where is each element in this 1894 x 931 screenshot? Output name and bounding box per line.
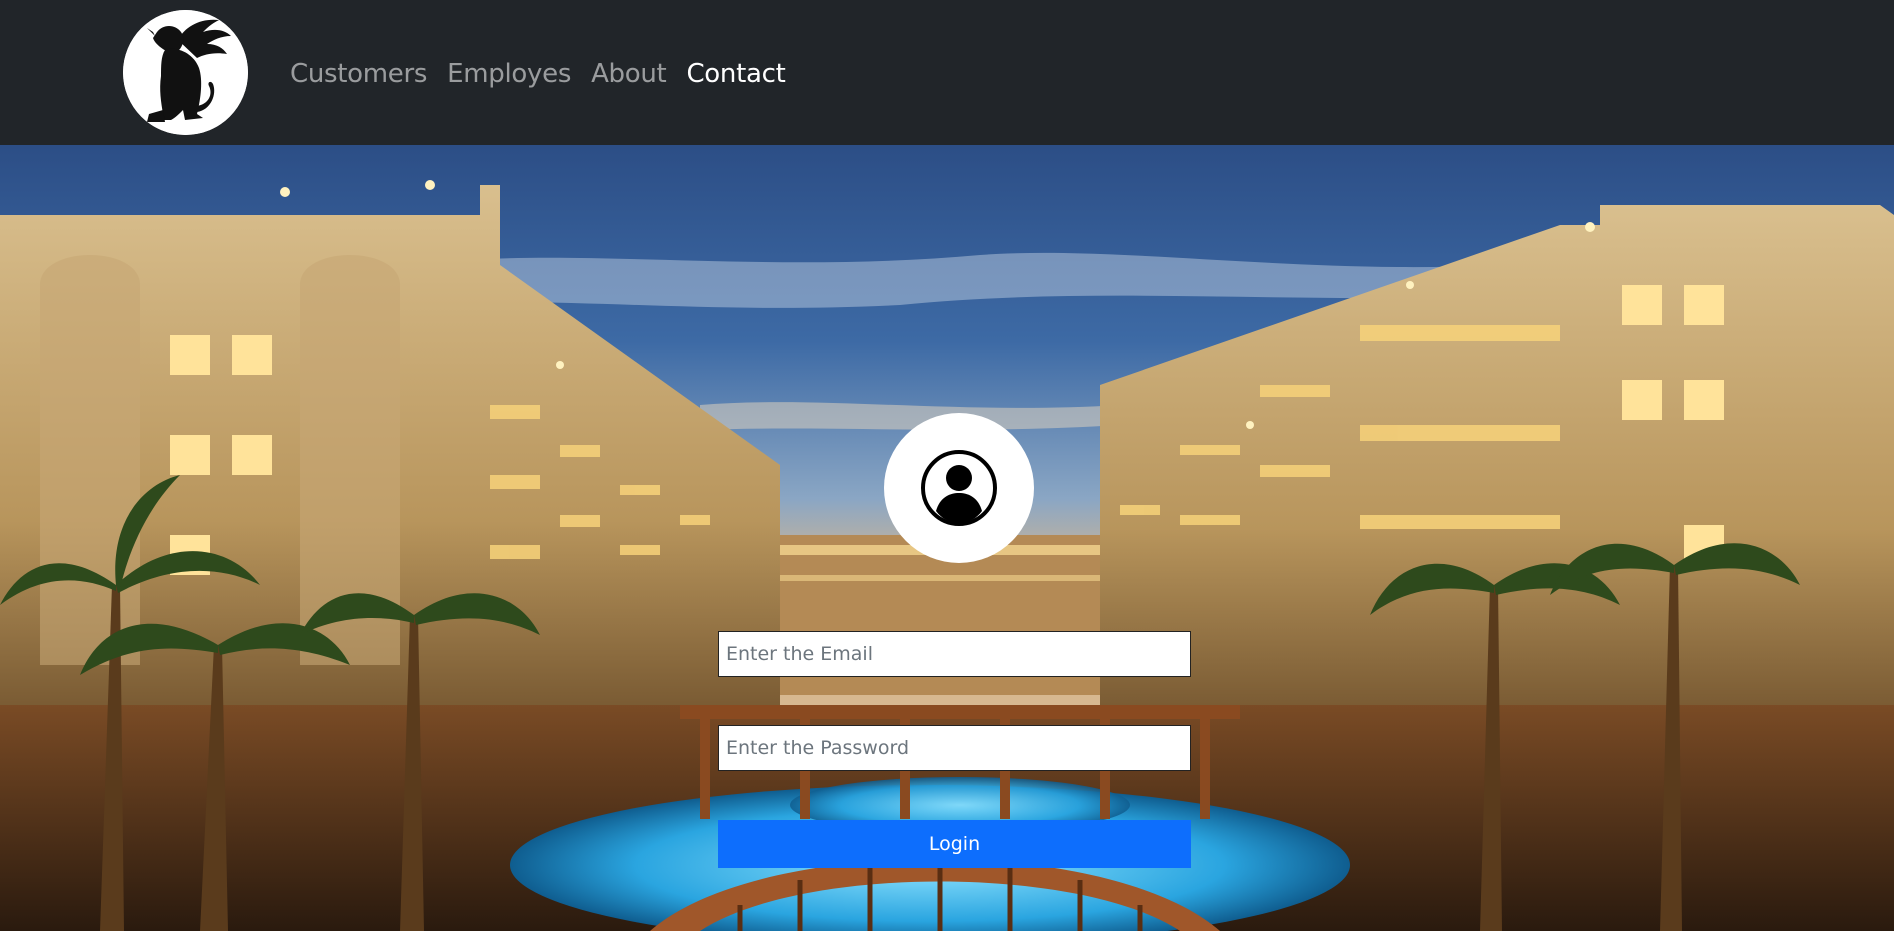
nav-link-employes[interactable]: Employes <box>447 59 571 89</box>
nav-link-contact[interactable]: Contact <box>686 59 785 89</box>
top-navbar: Customers Employes About Contact <box>0 0 1894 145</box>
login-button[interactable]: Login <box>718 820 1191 868</box>
winged-lion-logo-icon <box>123 10 248 135</box>
brand-logo[interactable] <box>123 10 248 135</box>
email-field[interactable] <box>718 631 1191 677</box>
hero-background: Login <box>0 145 1894 931</box>
user-circle-icon <box>921 450 997 526</box>
main-nav: Customers Employes About Contact <box>290 54 786 94</box>
nav-link-customers[interactable]: Customers <box>290 59 427 89</box>
user-avatar <box>884 413 1034 563</box>
nav-link-about[interactable]: About <box>591 59 667 89</box>
password-field[interactable] <box>718 725 1191 771</box>
